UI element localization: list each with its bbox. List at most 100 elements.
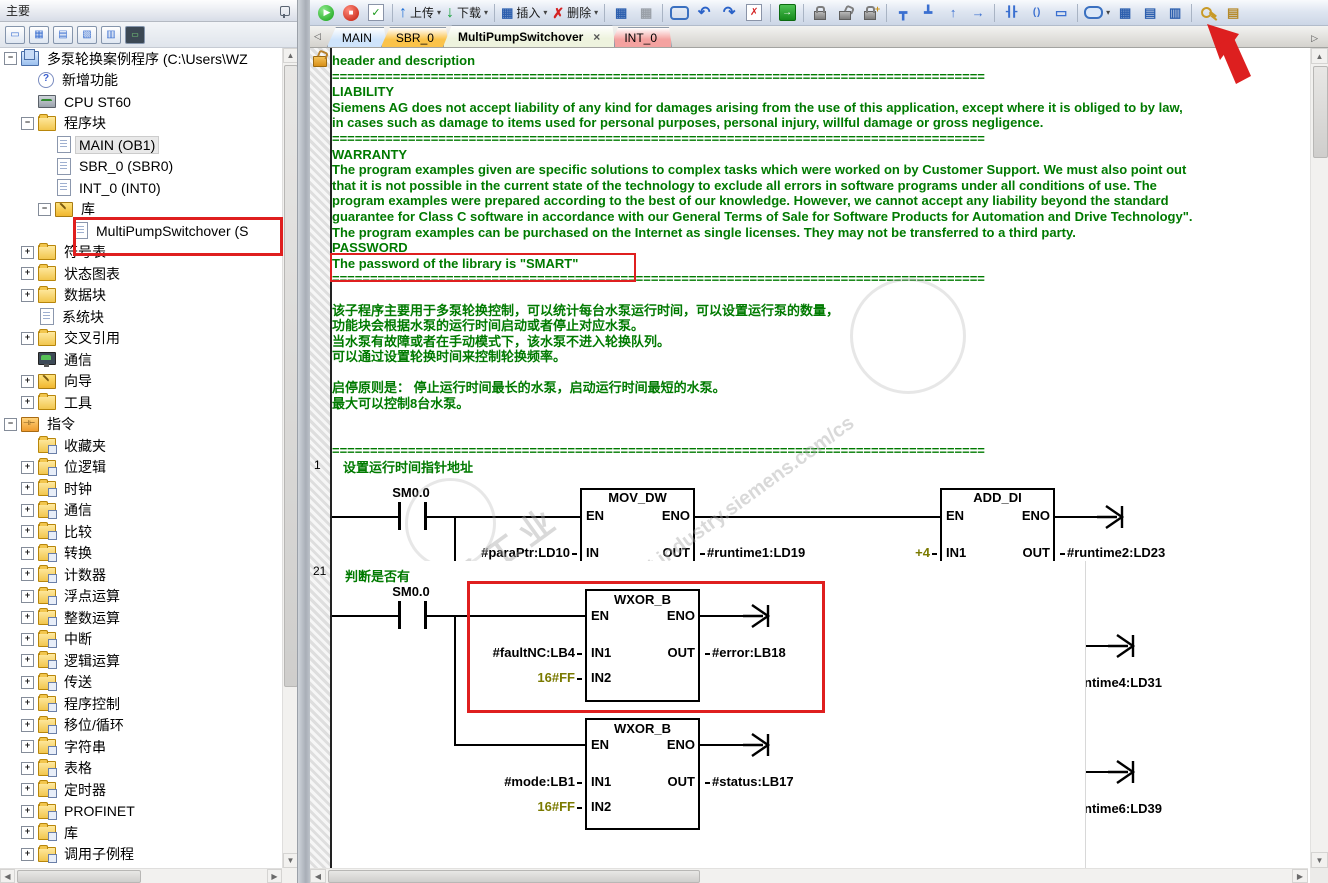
segment-on-icon[interactable]: ▦ <box>609 2 633 24</box>
operand[interactable]: #status:LB17 <box>705 774 794 789</box>
collapse-minus-icon[interactable]: − <box>4 417 17 431</box>
tree-item[interactable]: + 定时器 <box>0 779 282 801</box>
tree-item[interactable]: −SBR_0 (SBR0) <box>0 156 282 178</box>
tab-close-icon[interactable]: × <box>593 30 600 44</box>
tree-hscroll-thumb[interactable] <box>17 870 141 883</box>
scroll-right-icon[interactable]: ▶ <box>267 869 282 883</box>
tree-item[interactable]: + 传送 <box>0 672 282 694</box>
tree-item[interactable]: + 工具 <box>0 392 282 414</box>
tree-item[interactable]: + 比较 <box>0 521 282 543</box>
expand-plus-icon[interactable]: + <box>21 761 34 775</box>
tab-multipumpswitchover[interactable]: MultiPumpSwitchover × <box>443 25 615 47</box>
expand-plus-icon[interactable]: + <box>21 288 34 302</box>
dropdown-caret-icon[interactable]: ▾ <box>484 8 488 17</box>
tree-vertical-scrollbar[interactable]: ▲ ▼ <box>282 48 298 868</box>
tree-item[interactable]: + 表格 <box>0 758 282 780</box>
comment-box-icon[interactable] <box>667 2 691 24</box>
expand-plus-icon[interactable]: + <box>21 611 34 625</box>
expand-plus-icon[interactable]: + <box>21 783 34 797</box>
expand-plus-icon[interactable]: + <box>21 546 34 560</box>
contact-icon[interactable]: ┨┠ <box>999 2 1023 24</box>
symbol-edit-icon[interactable]: ▥ <box>1163 2 1187 24</box>
tree-item[interactable]: −通信 <box>0 349 282 371</box>
download-button[interactable]: ↓ 下载 ▾ <box>444 2 490 24</box>
tree-item[interactable]: + 程序控制 <box>0 693 282 715</box>
scroll-down-icon[interactable]: ▼ <box>283 853 298 868</box>
dropdown-caret-icon[interactable]: ▾ <box>594 8 598 17</box>
expand-plus-icon[interactable]: + <box>21 267 34 281</box>
tree-item[interactable]: + 整数运算 <box>0 607 282 629</box>
editor-horizontal-scrollbar[interactable]: ◀ ▶ <box>310 868 1308 883</box>
tree-item[interactable]: −MAIN (OB1) <box>0 134 282 156</box>
tree-item[interactable]: + 逻辑运算 <box>0 650 282 672</box>
dropdown-caret-icon[interactable]: ▾ <box>1106 8 1110 17</box>
tree-item[interactable]: + 交叉引用 <box>0 328 282 350</box>
unlock-icon[interactable] <box>833 2 857 24</box>
data-block-icon[interactable]: ▧ <box>77 25 97 44</box>
editor-hscroll-thumb[interactable] <box>328 870 700 883</box>
no-contact[interactable] <box>398 601 401 629</box>
tree-item[interactable]: + 库 <box>0 822 282 844</box>
run-icon[interactable]: ▶ <box>314 2 338 24</box>
tree-item[interactable]: + 向导 <box>0 371 282 393</box>
expand-plus-icon[interactable]: + <box>21 374 34 388</box>
undo-icon[interactable]: ↶ <box>692 2 716 24</box>
properties-icon[interactable]: ▤ <box>1221 2 1245 24</box>
tree-item[interactable]: − 指令 <box>0 414 282 436</box>
key-icon[interactable] <box>1196 2 1220 24</box>
tree-item[interactable]: + 通信 <box>0 500 282 522</box>
tab-scroll-left-icon[interactable]: ◁ <box>314 31 321 42</box>
branch-up-icon[interactable]: ┻ <box>916 2 940 24</box>
editor-vscroll-thumb[interactable] <box>1313 66 1328 158</box>
operand-constant[interactable]: 16#FF <box>489 799 582 814</box>
scroll-down-icon[interactable]: ▼ <box>1311 852 1328 868</box>
lock-add-icon[interactable] <box>858 2 882 24</box>
expand-plus-icon[interactable]: + <box>21 697 34 711</box>
expand-plus-icon[interactable]: + <box>21 568 34 582</box>
segment-off-icon[interactable]: ▦ <box>634 2 658 24</box>
operand[interactable]: #runtime1:LD19 <box>700 545 805 560</box>
communication-icon[interactable]: ▭ <box>125 25 145 44</box>
collapse-minus-icon[interactable]: − <box>38 202 51 216</box>
editor-vertical-scrollbar[interactable]: ▲ ▼ <box>1310 48 1328 868</box>
collapse-minus-icon[interactable]: − <box>21 116 34 130</box>
expand-plus-icon[interactable]: + <box>21 847 34 861</box>
collapse-minus-icon[interactable]: − <box>4 52 17 66</box>
tree-item[interactable]: + 状态图表 <box>0 263 282 285</box>
expand-plus-icon[interactable]: + <box>21 718 34 732</box>
symbol-table-icon[interactable]: ▦ <box>29 25 49 44</box>
expand-plus-icon[interactable]: + <box>21 396 34 410</box>
ladder-editor[interactable]: 西门子工业 support.industry.siemens.com/cs he… <box>310 48 1308 868</box>
expand-plus-icon[interactable]: + <box>21 826 34 840</box>
stop-icon[interactable]: ■ <box>339 2 363 24</box>
upload-button[interactable]: ↑ 上传 ▾ <box>397 2 443 24</box>
expand-plus-icon[interactable]: + <box>21 589 34 603</box>
scroll-left-icon[interactable]: ◀ <box>310 869 326 883</box>
scroll-up-icon[interactable]: ▲ <box>1311 48 1328 64</box>
panel-splitter[interactable] <box>297 0 311 883</box>
tree-item[interactable]: + 中断 <box>0 629 282 651</box>
cross-reference-icon[interactable]: ▥ <box>101 25 121 44</box>
tree-item[interactable]: + 计数器 <box>0 564 282 586</box>
expand-plus-icon[interactable]: + <box>21 632 34 646</box>
tree-item[interactable]: + 调用子例程 <box>0 844 282 866</box>
tree-item[interactable]: + 移位/循环 <box>0 715 282 737</box>
tree-item[interactable]: + 位逻辑 <box>0 457 282 479</box>
table-edit-icon[interactable]: ▤ <box>1138 2 1162 24</box>
scroll-up-icon[interactable]: ▲ <box>283 48 298 63</box>
scroll-left-icon[interactable]: ◀ <box>0 869 15 883</box>
tree-horizontal-scrollbar[interactable]: ◀ ▶ <box>0 868 282 883</box>
tree-item[interactable]: −新增功能 <box>0 70 282 92</box>
func-box-icon[interactable]: ▭ <box>1049 2 1073 24</box>
tree-item[interactable]: + 浮点运算 <box>0 586 282 608</box>
expand-plus-icon[interactable]: + <box>21 460 34 474</box>
tag-icon[interactable]: ▾ <box>1082 2 1112 24</box>
expand-plus-icon[interactable]: + <box>21 804 34 818</box>
tab-scroll-right-icon[interactable]: ▷ <box>1311 33 1318 44</box>
compile-icon[interactable]: ✓ <box>364 2 388 24</box>
addr-table-icon[interactable]: ▦ <box>1113 2 1137 24</box>
operand-constant[interactable]: +4 <box>882 545 937 560</box>
branch-down-icon[interactable]: ┳ <box>891 2 915 24</box>
expand-plus-icon[interactable]: + <box>21 525 34 539</box>
redo-icon[interactable]: ↷ <box>717 2 741 24</box>
